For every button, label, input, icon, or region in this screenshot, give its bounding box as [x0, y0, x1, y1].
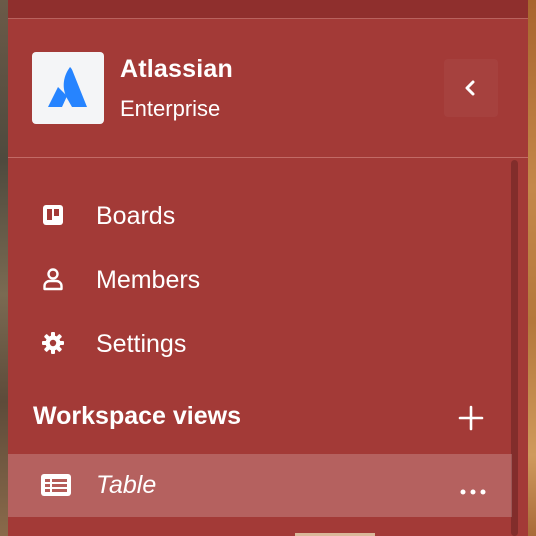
- collapse-sidebar-button[interactable]: [444, 59, 498, 117]
- sidebar-scrollbar[interactable]: [511, 160, 518, 536]
- more-horizontal-icon: [460, 489, 486, 495]
- top-bar: [8, 0, 528, 19]
- workspace-views-heading: Workspace views: [33, 402, 241, 430]
- gear-icon: [41, 331, 65, 355]
- sidebar-item-members[interactable]: Members: [8, 254, 508, 304]
- atlassian-logo-icon: [48, 67, 87, 107]
- board-icon: [41, 203, 65, 227]
- workspace-plan: Enterprise: [120, 96, 221, 121]
- workspace-name: Atlassian: [120, 55, 233, 83]
- chevron-left-icon: [465, 80, 475, 96]
- workspace-sidebar: Atlassian Enterprise Boards Members Sett…: [8, 0, 528, 536]
- table-icon: [40, 473, 72, 502]
- person-icon: [41, 267, 65, 291]
- workspace-header: Atlassian Enterprise: [8, 19, 528, 158]
- sidebar-item-settings[interactable]: Settings: [8, 318, 508, 368]
- view-item-label: Table: [96, 471, 157, 499]
- atlassian-logo: [32, 52, 104, 124]
- sidebar-item-label: Settings: [96, 330, 187, 358]
- add-view-button[interactable]: [458, 405, 484, 431]
- view-item-table[interactable]: Table: [8, 454, 512, 517]
- more-options-button[interactable]: [460, 482, 486, 500]
- plus-icon: [458, 405, 484, 431]
- sidebar-item-boards[interactable]: Boards: [8, 190, 508, 240]
- sidebar-item-label: Members: [96, 266, 201, 294]
- sidebar-item-label: Boards: [96, 202, 176, 230]
